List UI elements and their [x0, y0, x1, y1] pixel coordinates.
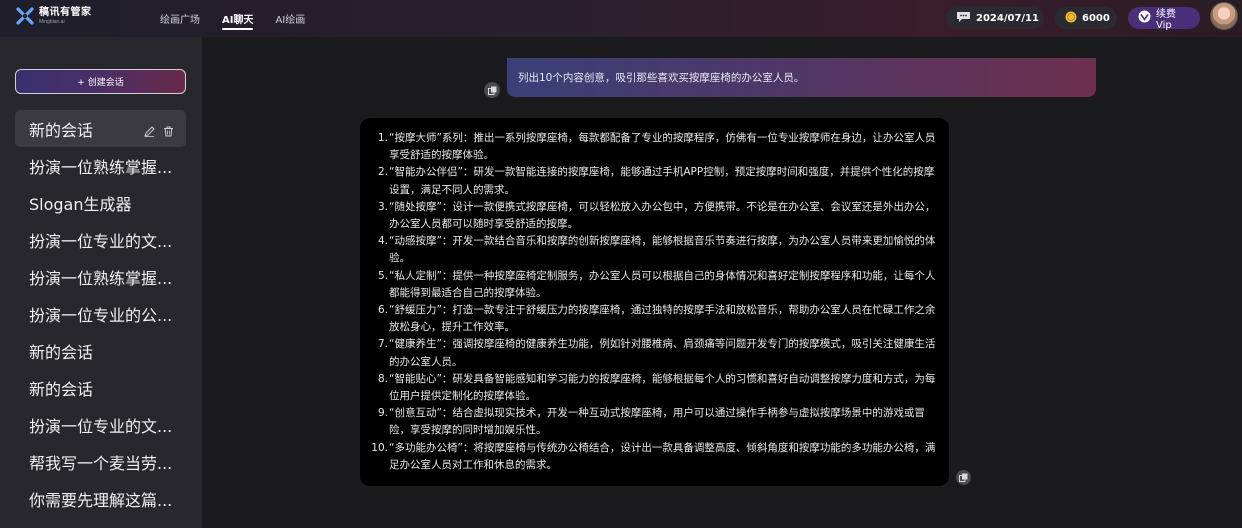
item-number: 4. — [377, 235, 388, 248]
coin-icon — [1065, 11, 1077, 26]
item-text: “多功能办公椅”：将按摩座椅与传统办公椅结合，设计出一款具备调整高度、倾斜角度和… — [389, 441, 936, 471]
logo-title: 稿讯有管家 — [39, 6, 92, 18]
conversation-item[interactable]: 新的会话 — [15, 110, 186, 147]
response-item: 9. “创意互动”：结合虚拟现实技术，开发一种互动式按摩座椅，用户可以通过操作手柄… — [368, 405, 939, 439]
conversation-item[interactable]: 扮演一位专业的文... — [15, 406, 186, 443]
renew-vip-button[interactable]: 续费Vip — [1128, 7, 1200, 31]
response-item: 4. “动感按摩”：开发一款结合音乐和按摩的创新按摩座椅，能够根据音乐节奏进行按摩… — [368, 233, 939, 267]
conversation-title: 扮演一位熟练掌握... — [29, 157, 173, 177]
conversation-title: 扮演一位专业的文... — [29, 416, 173, 436]
conversation-item[interactable]: 你需要先理解这篇... — [15, 480, 186, 517]
conversation-list: 新的会话 扮演一位熟练掌握... Slogan生成器 扮演一位专业的文... 扮… — [15, 110, 186, 517]
conversation-title: 扮演一位熟练掌握... — [29, 268, 173, 288]
item-number: 8. — [377, 372, 388, 385]
conversation-title: 你需要先理解这篇... — [29, 490, 173, 510]
item-number: 1. — [377, 132, 388, 144]
response-item: 1. “按摩大师”系列：推出一系列按摩座椅，每款都配备了专业的按摩程序，仿佛有一位… — [368, 130, 939, 164]
nav-drawing-plaza[interactable]: 绘画广场 — [160, 7, 200, 30]
conversation-title: Slogan生成器 — [29, 194, 132, 214]
edit-icon[interactable] — [144, 122, 155, 137]
logo-subtitle: Mingbian.ai — [39, 18, 65, 25]
conversation-title: 新的会话 — [29, 379, 94, 399]
logo[interactable]: 稿讯有管家 Mingbian.ai — [16, 7, 92, 25]
conversation-title: 扮演一位专业的公... — [29, 305, 173, 325]
conversation-title: 帮我写一个麦当劳... — [29, 453, 173, 473]
item-number: 7. — [377, 338, 388, 351]
nav-ai-chat[interactable]: AI聊天 — [222, 7, 254, 30]
response-item: 2. “智能办公伴侣”：研发一款智能连接的按摩座椅，能够通过手机APP控制，预定按… — [368, 164, 939, 198]
item-number: 6. — [377, 304, 388, 317]
vip-label: 续费Vip — [1156, 9, 1176, 31]
item-text: “智能办公伴侣”：研发一款智能连接的按摩座椅，能够通过手机APP控制，预定按摩时… — [389, 166, 935, 196]
response-item: 10. “多功能办公椅”：将按摩座椅与传统办公椅结合，设计出一款具备调整高度、倾斜… — [368, 440, 939, 474]
conversation-title: 新的会话 — [29, 120, 94, 140]
item-text: “动感按摩”：开发一款结合音乐和按摩的创新按摩座椅，能够根据音乐节奏进行按摩，为… — [389, 235, 936, 265]
ai-response: 1. “按摩大师”系列：推出一系列按摩座椅，每款都配备了专业的按摩程序，仿佛有一位… — [360, 118, 949, 486]
item-number: 9. — [377, 407, 388, 420]
vip-badge-icon — [1138, 10, 1151, 26]
response-item: 3. “随处按摩”：设计一款便携式按摩座椅，可以轻松放入办公包中，方便携带。不论是… — [368, 199, 939, 233]
delete-icon[interactable] — [163, 122, 174, 137]
item-text: “随处按摩”：设计一款便携式按摩座椅，可以轻松放入办公包中，方便携带。不论是在办… — [389, 200, 936, 231]
conversation-item[interactable]: 帮我写一个麦当劳... — [15, 443, 186, 480]
chat-bubble-icon — [956, 11, 971, 26]
copy-icon[interactable] — [956, 470, 971, 485]
item-text: “私人定制”：提供一种按摩座椅定制服务，办公室人员可以根据自己的身体情况和喜好定… — [389, 269, 936, 299]
conversation-item[interactable]: Slogan生成器 — [15, 184, 186, 221]
item-number: 3. — [377, 200, 388, 213]
logo-icon — [16, 7, 34, 25]
conversation-item[interactable]: 扮演一位熟练掌握... — [15, 258, 186, 295]
item-text: “智能贴心”：研发具备智能感知和学习能力的按摩座椅，能够根据每个人的习惯和喜好自… — [389, 372, 936, 403]
coin-count: 6000 — [1082, 12, 1110, 24]
conversation-item[interactable]: 扮演一位熟练掌握... — [15, 147, 186, 184]
conversation-item[interactable]: 新的会话 — [15, 332, 186, 369]
item-number: 2. — [377, 166, 388, 179]
sidebar: + 创建会话 新的会话 扮演一位熟练掌握... Slogan生成器 扮演一位专业… — [0, 37, 202, 528]
avatar[interactable] — [1210, 2, 1238, 30]
item-number: 5. — [377, 269, 388, 282]
create-chat-button[interactable]: + 创建会话 — [15, 69, 186, 94]
conversation-item[interactable]: 扮演一位专业的公... — [15, 295, 186, 332]
date-text: 2024/07/11 — [976, 12, 1039, 24]
response-item: 5. “私人定制”：提供一种按摩座椅定制服务，办公室人员可以根据自己的身体情况和喜… — [368, 268, 939, 302]
conversation-item[interactable]: 扮演一位专业的文... — [15, 221, 186, 258]
item-text: “创意互动”：结合虚拟现实技术，开发一种互动式按摩座椅，用户可以通过操作手柄参与… — [389, 407, 925, 437]
response-item: 8. “智能贴心”：研发具备智能感知和学习能力的按摩座椅，能够根据每个人的习惯和喜… — [368, 371, 939, 405]
response-item: 6. “舒缓压力”：打造一款专注于舒缓压力的按摩座椅，通过独特的按摩手法和放松音乐… — [368, 302, 939, 336]
ai-response-list: 1. “按摩大师”系列：推出一系列按摩座椅，每款都配备了专业的按摩程序，仿佛有一位… — [368, 130, 939, 474]
copy-icon[interactable] — [484, 82, 500, 98]
item-text: “按摩大师”系列：推出一系列按摩座椅，每款都配备了专业的按摩程序，仿佛有一位专业… — [389, 132, 936, 162]
user-message: 列出10个内容创意，吸引那些喜欢买按摩座椅的办公室人员。 — [507, 58, 1096, 97]
coin-balance[interactable]: 6000 — [1055, 7, 1117, 29]
main-nav: 绘画广场 AI聊天 AI绘画 — [160, 0, 327, 37]
date-badge: 2024/07/11 — [946, 7, 1044, 29]
nav-ai-drawing[interactable]: AI绘画 — [275, 7, 305, 30]
response-item: 7. “健康养生”：强调按摩座椅的健康养生功能，例如针对腰椎病、肩颈痛等问题开发专… — [368, 336, 939, 370]
item-number: 10. — [371, 441, 388, 454]
top-bar: 稿讯有管家 Mingbian.ai 绘画广场 AI聊天 AI绘画 2024/07… — [0, 0, 1242, 37]
item-text: “舒缓压力”：打造一款专注于舒缓压力的按摩座椅，通过独特的按摩手法和放松音乐，帮… — [389, 304, 936, 334]
conversation-item[interactable]: 新的会话 — [15, 369, 186, 406]
item-text: “健康养生”：强调按摩座椅的健康养生功能，例如针对腰椎病、肩颈痛等问题开发专门的… — [389, 338, 936, 368]
conversation-title: 扮演一位专业的文... — [29, 231, 173, 251]
conversation-title: 新的会话 — [29, 342, 94, 362]
